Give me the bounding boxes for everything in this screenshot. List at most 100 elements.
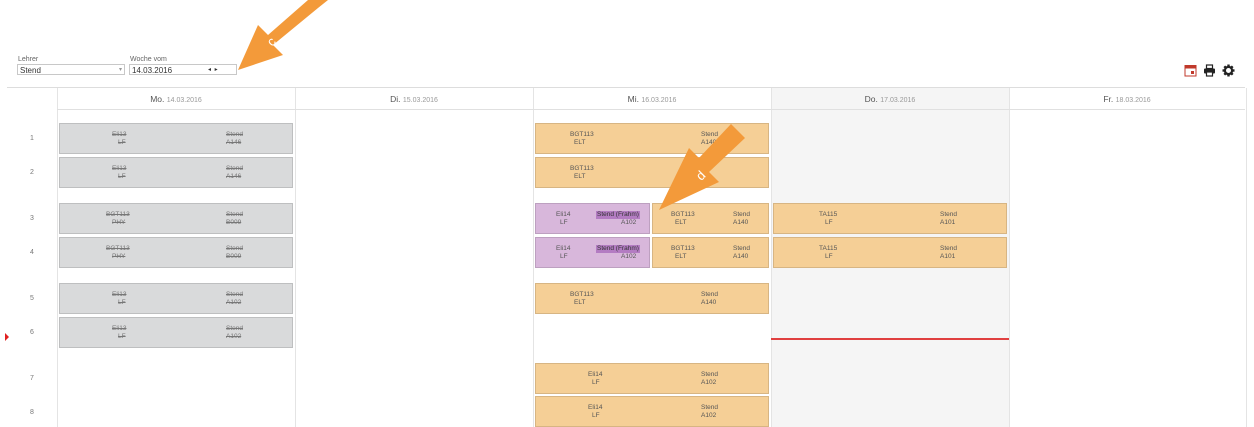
lesson-subject: ELT [675,219,687,226]
lesson-subject: ELT [675,253,687,260]
lesson-card-substitution[interactable]: Eli14 LF Stend (Frahm) A102 [535,237,650,268]
lesson-room: A102 [621,219,637,226]
lesson-room: A101 [940,219,956,226]
day-name: Mi. [627,94,639,104]
lesson-class: TA115 [819,245,838,252]
lesson-subject: LF [118,139,126,146]
filter-bar: Lehrer Stend ▾ Woche vom 14.03.2016 ◂ ▸ … [0,0,1254,86]
day-header-do: Do. 17.03.2016 [771,88,1009,110]
lesson-card[interactable]: Eli14 LF Stend A102 [535,396,769,427]
day-name: Do. [864,94,878,104]
day-date: 18.03.2016 [1115,97,1151,104]
lesson-room: A102 [701,379,717,386]
lesson-teacher: Stend [701,371,718,378]
lesson-teacher: Stend [226,165,243,172]
lesson-room: A102 [621,253,637,260]
current-period-marker [5,333,9,341]
lesson-teacher: Stend [226,211,243,218]
lesson-subject: LF [592,412,600,419]
lesson-room: A102 [226,299,242,306]
day-date: 15.03.2016 [402,97,438,104]
lesson-teacher: Stend [940,245,957,252]
lesson-class: BGT113 [570,165,594,172]
lesson-class: Eli14 [556,245,571,252]
lesson-subject: ELT [574,173,586,180]
lesson-card[interactable]: Eli14 LF Stend A102 [535,363,769,394]
lesson-teacher: Stend (Frahm) [596,245,640,253]
lesson-card-cancelled[interactable]: BGT113 PHY Stend B009 [59,237,293,268]
lesson-class: Eli13 [112,325,127,332]
lesson-card-cancelled[interactable]: Eli13 LF Stend A146 [59,157,293,188]
week-label: Woche vom [130,56,167,63]
day-date: 14.03.2016 [166,97,202,104]
day-header-di: Di. 15.03.2016 [295,88,533,110]
lesson-teacher: Stend [940,211,957,218]
period-number: 1 [30,135,34,142]
period-number: 6 [30,329,34,336]
lesson-card-cancelled[interactable]: BGT113 PHY Stend B009 [59,203,293,234]
week-date-value: 14.03.2016 [132,66,173,75]
lesson-class: Eli14 [588,371,603,378]
lesson-subject: LF [592,379,600,386]
teacher-select[interactable]: Stend ▾ [17,64,125,75]
week-nav-arrows[interactable]: ◂ ▸ [208,66,219,73]
lesson-class: Eli13 [112,291,127,298]
lesson-class: Eli13 [112,165,127,172]
day-date: 17.03.2016 [880,97,916,104]
day-column-di [295,88,534,427]
lesson-teacher: Stend [226,325,243,332]
lesson-subject: ELT [574,299,586,306]
lesson-class: BGT113 [106,211,130,218]
lesson-card[interactable]: BGT113 ELT Stend A140 [535,283,769,314]
lesson-class: TA115 [819,211,838,218]
lesson-subject: LF [118,173,126,180]
week-date-input[interactable]: 14.03.2016 [129,64,237,75]
lesson-card-cancelled[interactable]: Eli13 LF Stend A102 [59,283,293,314]
day-name: Mo. [150,94,165,104]
period-column: 1 2 3 4 5 6 7 8 [7,88,57,427]
day-header-mo: Mo. 14.03.2016 [57,88,295,110]
lesson-class: Eli14 [556,211,571,218]
lesson-room: A146 [226,173,242,180]
lesson-teacher: Stend (Frahm) [596,211,640,219]
lesson-subject: LF [825,253,833,260]
lesson-subject: LF [825,219,833,226]
annotation-arrow-c [238,0,328,70]
lesson-subject: LF [118,299,126,306]
lesson-room: A102 [226,333,242,340]
timetable-grid: 1 2 3 4 5 6 7 8 Mo. 14.03.2016 Di. 15.03… [5,87,1247,427]
lesson-teacher: Stend [226,291,243,298]
period-number: 4 [30,249,34,256]
lesson-card-substitution[interactable]: Eli14 LF Stend (Frahm) A102 [535,203,650,234]
lesson-card[interactable]: BGT113 ELT Stend A140 [652,237,769,268]
day-date: 16.03.2016 [641,97,677,104]
lesson-subject: LF [560,219,568,226]
lesson-card[interactable]: TA115 LF Stend A101 [773,237,1007,268]
period-number: 8 [30,409,34,416]
lesson-class: BGT113 [106,245,130,252]
lesson-card[interactable]: TA115 LF Stend A101 [773,203,1007,234]
lesson-teacher: Stend [226,131,243,138]
lesson-subject: LF [560,253,568,260]
day-name: Fr. [1103,94,1114,104]
print-icon[interactable] [1203,64,1216,77]
lesson-room: A140 [733,253,749,260]
lesson-teacher: Stend [701,291,718,298]
period-number: 5 [30,295,34,302]
day-column-fr [1009,88,1247,427]
lesson-class: BGT113 [570,291,594,298]
lesson-room: A102 [701,412,717,419]
lesson-card-cancelled[interactable]: Eli13 LF Stend A146 [59,123,293,154]
lesson-room: B009 [226,219,242,226]
lesson-teacher: Stend [701,404,718,411]
lesson-class: Eli14 [588,404,603,411]
lesson-subject: PHY [112,219,126,226]
lesson-card-cancelled[interactable]: Eli13 LF Stend A102 [59,317,293,348]
gear-icon[interactable] [1222,64,1235,77]
day-header-mi: Mi. 16.03.2016 [533,88,771,110]
lesson-room: B009 [226,253,242,260]
calendar-icon[interactable] [1184,64,1197,77]
lesson-room: A101 [940,253,956,260]
lesson-class: BGT113 [570,131,594,138]
period-number: 2 [30,169,34,176]
